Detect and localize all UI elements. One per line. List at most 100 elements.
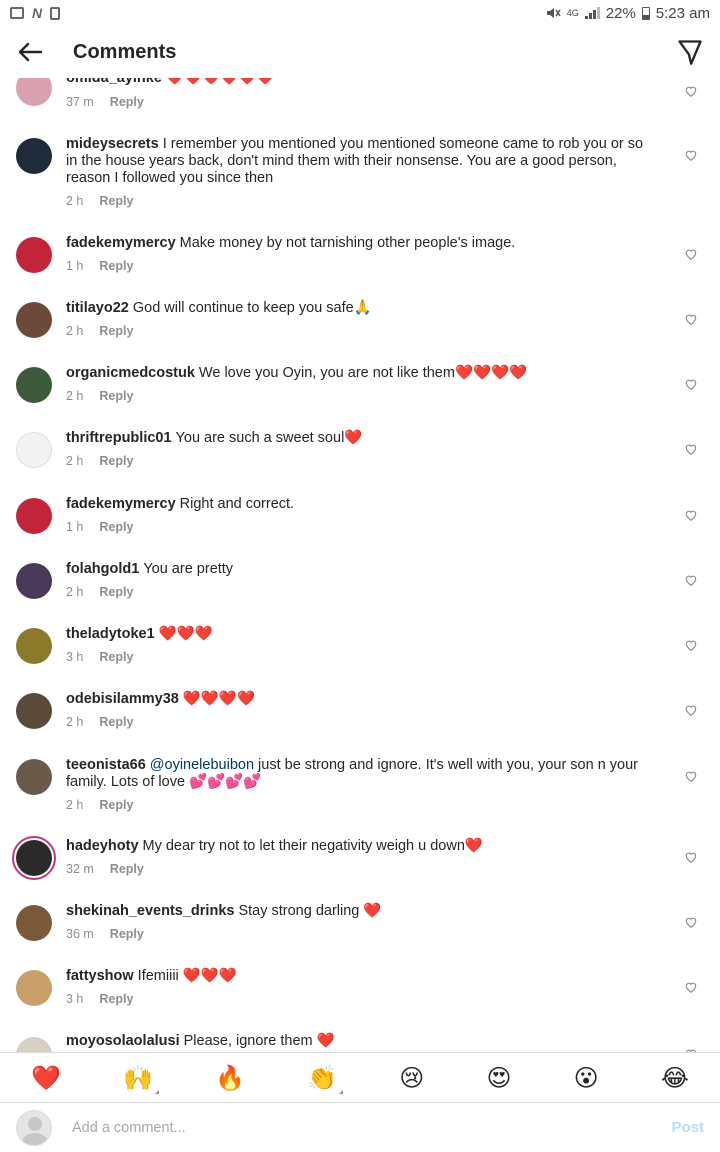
avatar[interactable] [16,498,52,534]
heart-outline-icon[interactable] [684,84,698,98]
heart-outline-icon[interactable] [684,638,698,652]
heart-outline-icon[interactable] [684,508,698,522]
comment-item: shekinah_events_drinks Stay strong darlin… [0,903,720,953]
raised-hands-emoji-button[interactable]: 🙌 [123,1064,159,1094]
reply-button[interactable]: Reply [99,454,133,468]
avatar[interactable] [16,367,52,403]
comment-username[interactable]: thriftrepublic01 [66,430,172,446]
avatar[interactable] [12,836,56,880]
heart-outline-icon[interactable] [684,915,698,929]
comment-username[interactable]: fadekemymercy [66,235,176,251]
comment-username[interactable]: organicmedcostuk [66,365,195,381]
clock: 5:23 am [655,4,710,22]
comment-item: titilayo22 God will continue to keep you … [0,300,720,350]
reply-button[interactable]: Reply [99,389,133,403]
comment-time: 2 h [66,324,84,338]
heart-emoji-button[interactable]: ❤️ [31,1064,61,1092]
fire-emoji-button[interactable]: 🔥 [215,1064,245,1092]
signal-icon [584,7,600,19]
avatar[interactable] [16,563,52,599]
comment-meta: 3 h Reply [66,992,133,1006]
comment-username[interactable]: moyosolaolalusi [66,1033,180,1049]
reply-button[interactable]: Reply [110,95,144,109]
heart-eyes-emoji-button[interactable]: 😍 [486,1064,511,1092]
reply-button[interactable]: Reply [110,927,144,941]
avatar[interactable] [16,759,52,795]
avatar[interactable] [16,138,52,174]
heart-outline-icon[interactable] [684,703,698,717]
status-bar: N 4G 22% 5:23 am [0,0,720,26]
comment-item: moyosolaolalusi Please, ignore them ❤️ [0,1033,720,1052]
reply-button[interactable]: Reply [99,259,133,273]
comment-text: thriftrepublic01 You are such a sweet sou… [66,430,656,447]
avatar[interactable] [16,432,52,468]
avatar[interactable] [16,628,52,664]
comment-text: organicmedcostuk We love you Oyin, you ar… [66,365,656,382]
heart-outline-icon[interactable] [684,247,698,261]
comment-username[interactable]: shekinah_events_drinks [66,903,234,919]
back-button[interactable] [16,38,44,66]
reply-button[interactable]: Reply [99,585,133,599]
comment-username[interactable]: odebisilammy38 [66,691,179,707]
comment-username[interactable]: fadekemymercy [66,496,176,512]
heart-outline-icon[interactable] [684,850,698,864]
reply-button[interactable]: Reply [99,324,133,338]
battery-icon [641,6,650,20]
comment-username[interactable]: hadeyhoty [66,838,139,854]
reply-button[interactable]: Reply [99,715,133,729]
surprised-emoji-button[interactable]: 😮 [574,1064,599,1092]
comment-time: 1 h [66,259,84,273]
comment-time: 2 h [66,798,84,812]
heart-outline-icon[interactable] [684,442,698,456]
comment-text: hadeyhoty My dear try not to let their ne… [66,838,656,855]
comment-username[interactable]: titilayo22 [66,300,129,316]
reply-button[interactable]: Reply [110,862,144,876]
avatar[interactable] [16,237,52,273]
reply-button[interactable]: Reply [99,194,133,208]
avatar[interactable] [16,970,52,1006]
page-title: Comments [73,40,177,63]
comment-username[interactable]: fattyshow [66,968,134,984]
reply-button[interactable]: Reply [99,520,133,534]
reply-button[interactable]: Reply [99,798,133,812]
comment-body: Make money by not tarnishing other peopl… [179,235,516,251]
avatar[interactable] [16,693,52,729]
heart-outline-icon[interactable] [684,148,698,162]
comment-input[interactable] [72,1119,672,1136]
comment-item: omida_ayinke ❤️❤️❤️❤️❤️❤️ 37 m Reply [0,78,720,114]
heart-outline-icon[interactable] [684,377,698,391]
avatar[interactable] [16,905,52,941]
post-button[interactable]: Post [671,1119,704,1136]
share-icon[interactable] [676,38,704,66]
comment-time: 1 h [66,520,84,534]
comment-meta: 2 h Reply [66,389,133,403]
comment-meta: 2 h Reply [66,454,133,468]
reply-button[interactable]: Reply [99,992,133,1006]
comment-mention[interactable]: @oyinelebuibon [150,757,254,773]
comment-text: folahgold1 You are pretty [66,561,656,578]
comment-text: teeonista66 @oyinelebuibon just be strong… [66,757,656,791]
comment-username[interactable]: omida_ayinke [66,78,162,86]
comment-username[interactable]: folahgold1 [66,561,139,577]
comment-item: fattyshow Ifemiiii ❤️❤️❤️ 3 h Reply [0,968,720,1018]
comments-list[interactable]: omida_ayinke ❤️❤️❤️❤️❤️❤️ 37 m Reply midey… [0,78,720,1052]
laugh-emoji-button[interactable]: 😂 [661,1064,689,1092]
clap-emoji-button[interactable]: 👏 [307,1064,343,1094]
heart-outline-icon[interactable] [684,312,698,326]
comment-text: omida_ayinke ❤️❤️❤️❤️❤️❤️ [66,78,656,87]
heart-outline-icon[interactable] [684,573,698,587]
comment-body: ❤️❤️❤️❤️❤️❤️ [165,78,275,86]
cry-emoji-button[interactable]: 😢 [399,1064,424,1092]
comment-username[interactable]: mideysecrets [66,136,159,152]
comment-meta: 2 h Reply [66,585,133,599]
comment-username[interactable]: theladytoke1 [66,626,155,642]
comment-item: hadeyhoty My dear try not to let their ne… [0,836,720,888]
heart-outline-icon[interactable] [684,980,698,994]
avatar[interactable] [16,1037,52,1052]
reply-button[interactable]: Reply [99,650,133,664]
avatar[interactable] [16,302,52,338]
avatar[interactable] [16,78,52,106]
comment-username[interactable]: teeonista66 [66,757,146,773]
heart-outline-icon[interactable] [684,769,698,783]
comment-composer: Post [0,1102,720,1152]
